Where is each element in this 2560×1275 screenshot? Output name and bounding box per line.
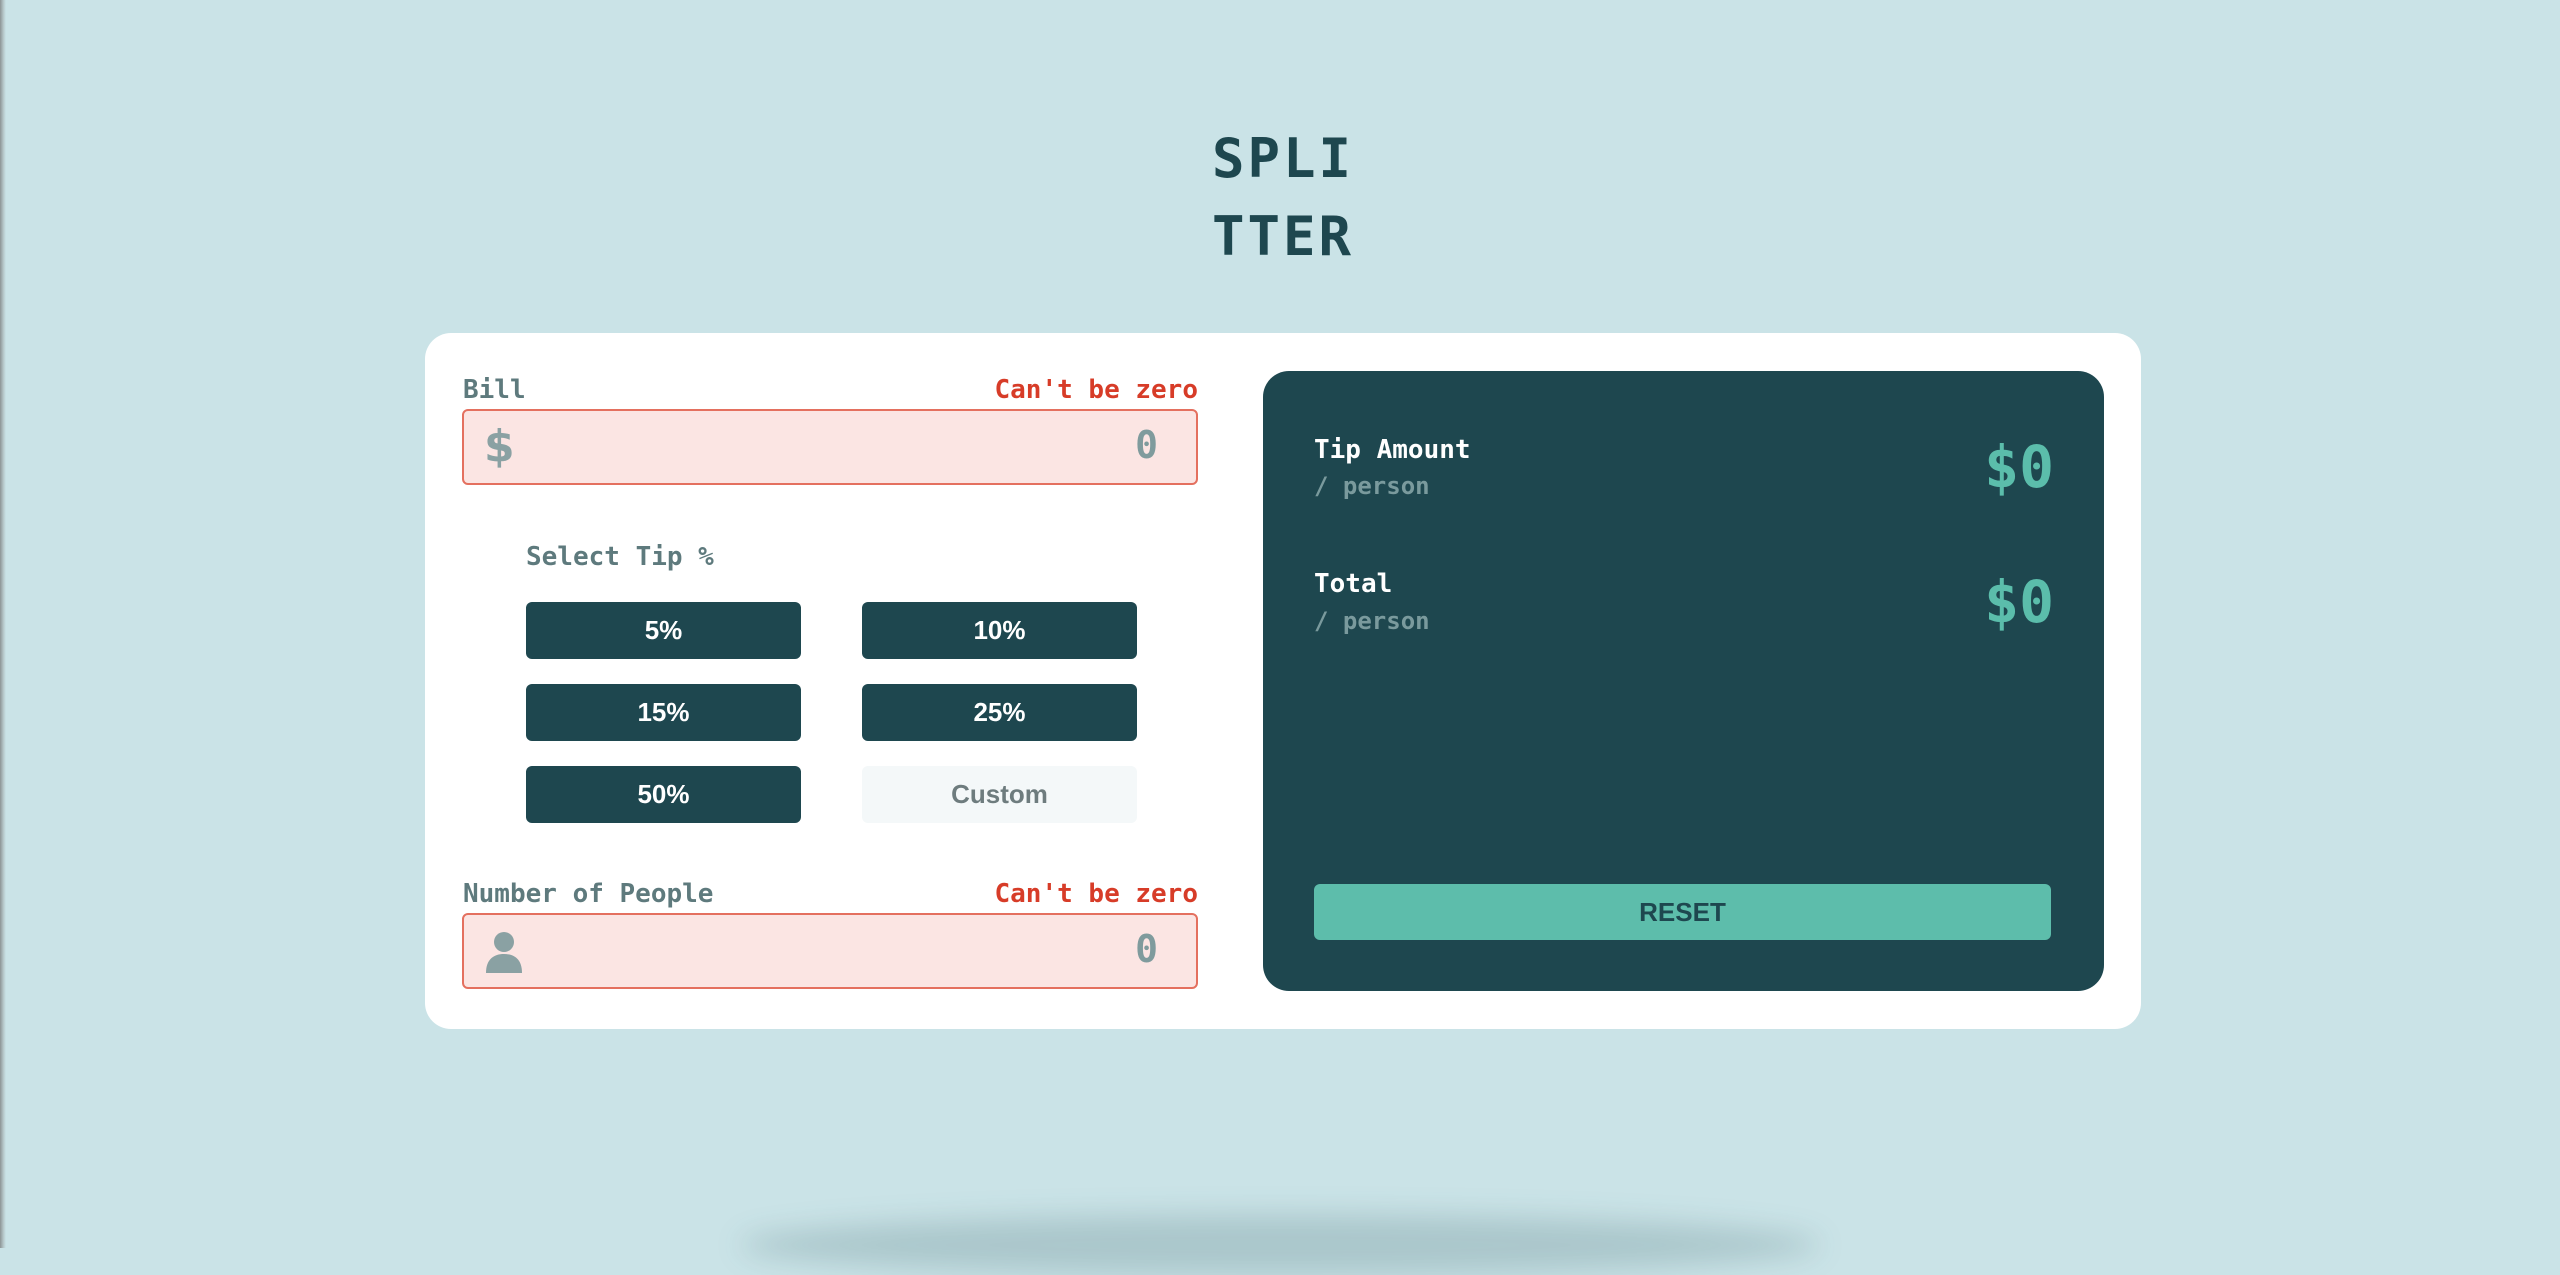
tip-amount-label: Tip Amount <box>1314 435 1471 465</box>
bill-error: Can't be zero <box>994 375 1199 405</box>
logo-line-2: TTER <box>1211 205 1355 268</box>
decorative-shadow <box>740 1215 1820 1275</box>
people-input[interactable]: 0 <box>462 913 1198 989</box>
results-panel: Tip Amount / person $0 Total / person $0… <box>1263 371 2104 991</box>
bill-value: 0 <box>1135 423 1158 467</box>
custom-tip-input[interactable]: Custom <box>862 766 1137 823</box>
reset-button[interactable]: RESET <box>1314 884 2051 940</box>
app-logo: SPLI TTER <box>1180 120 1386 276</box>
people-value: 0 <box>1135 927 1158 971</box>
logo-line-1: SPLI <box>1211 127 1355 190</box>
select-tip-label: Select Tip % <box>526 542 714 572</box>
tip-button-5[interactable]: 5% <box>526 602 801 659</box>
total-sub: / person <box>1314 607 1430 635</box>
total-value: $0 <box>1984 568 2054 636</box>
tip-button-50[interactable]: 50% <box>526 766 801 823</box>
tip-button-15[interactable]: 15% <box>526 684 801 741</box>
total-label: Total <box>1314 569 1393 599</box>
dollar-icon: $ <box>484 421 515 472</box>
tip-amount-value: $0 <box>1984 433 2054 501</box>
tip-button-25[interactable]: 25% <box>862 684 1137 741</box>
bill-label: Bill <box>463 375 526 405</box>
tip-button-10[interactable]: 10% <box>862 602 1137 659</box>
calculator-card: Bill Can't be zero $ 0 Select Tip % 5% 1… <box>425 333 2141 1029</box>
tip-amount-sub: / person <box>1314 472 1430 500</box>
person-icon <box>486 931 522 977</box>
people-label: Number of People <box>463 879 714 909</box>
bill-input[interactable]: $ 0 <box>462 409 1198 485</box>
people-error: Can't be zero <box>994 879 1199 909</box>
window-edge <box>0 0 6 1248</box>
